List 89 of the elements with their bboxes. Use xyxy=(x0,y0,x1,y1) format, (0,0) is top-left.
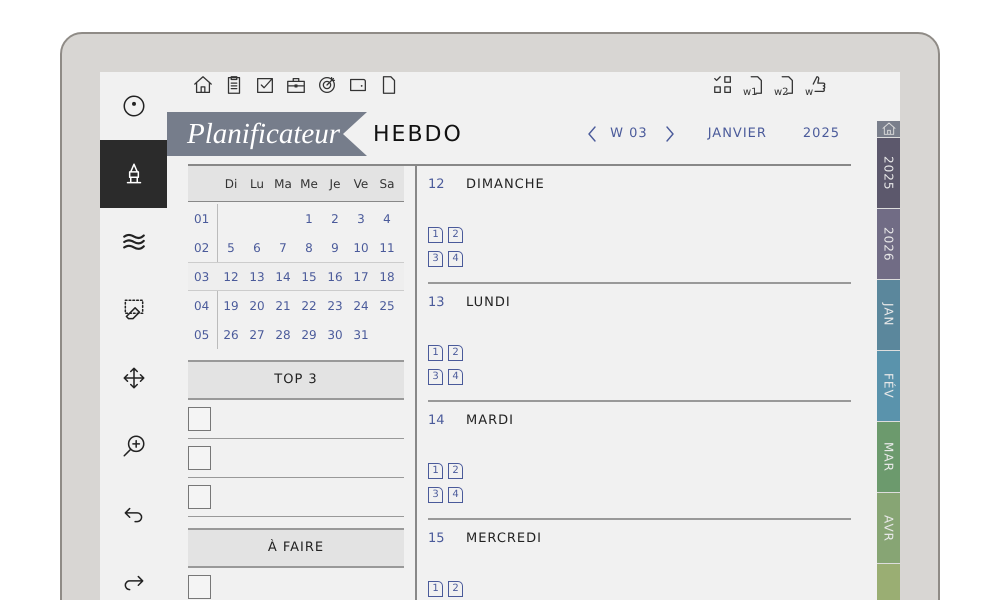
tool-pen-button[interactable] xyxy=(100,140,167,208)
checkbox[interactable] xyxy=(188,575,211,599)
calendar-day[interactable]: 27 xyxy=(249,328,265,342)
weekday-label: Lu xyxy=(248,176,266,192)
zoom-in-icon xyxy=(120,433,146,459)
page-title: HEBDO xyxy=(373,120,463,148)
chevron-right-icon xyxy=(664,126,675,142)
side-tab[interactable]: 2025 xyxy=(877,138,900,209)
section-header: TOP 3 xyxy=(188,360,404,400)
calendar-day[interactable]: 7 xyxy=(279,240,287,254)
calendar-day[interactable]: 10 xyxy=(353,240,369,254)
day-date: 13 xyxy=(428,294,446,312)
calendar-day[interactable]: 30 xyxy=(327,328,343,342)
note-page-link[interactable]: 2 xyxy=(448,462,463,478)
note-page-link[interactable]: 3 xyxy=(428,486,443,502)
checkbox[interactable] xyxy=(188,485,211,509)
note-page-link[interactable]: 4 xyxy=(448,368,463,384)
note-page-link[interactable]: 1 xyxy=(428,226,443,242)
side-tab[interactable]: JAN xyxy=(877,280,900,351)
calendar-day[interactable]: 21 xyxy=(275,298,291,312)
calendar-day[interactable]: 15 xyxy=(301,270,317,284)
calendar-day[interactable]: 3 xyxy=(357,212,365,226)
day-name: MERCREDI xyxy=(466,530,542,548)
calendar-day[interactable]: 26 xyxy=(223,328,239,342)
calendar-day[interactable]: 2 xyxy=(331,212,339,226)
section-header: À FAIRE xyxy=(188,528,404,568)
calendar-day[interactable]: 22 xyxy=(301,298,317,312)
calendar-day[interactable]: 25 xyxy=(379,298,395,312)
calendar-day[interactable]: 5 xyxy=(227,240,235,254)
note-page-link[interactable]: 2 xyxy=(448,580,463,596)
home-icon xyxy=(880,121,896,137)
target-icon[interactable] xyxy=(316,74,338,96)
note-page-link[interactable]: 2 xyxy=(448,344,463,360)
weekday-label: Ve xyxy=(352,176,370,192)
calendar-day[interactable]: 6 xyxy=(253,240,261,254)
title-banner: Planificateur xyxy=(167,112,367,156)
day-date: 14 xyxy=(428,412,446,430)
note-page-link[interactable]: 2 xyxy=(448,226,463,242)
calendar-day[interactable]: 20 xyxy=(249,298,265,312)
week-number[interactable]: 04 xyxy=(188,291,218,320)
year-link[interactable]: 2025 xyxy=(802,124,840,144)
chevron-left-icon xyxy=(587,126,598,142)
note-page-link[interactable]: 3 xyxy=(428,368,443,384)
home-icon[interactable] xyxy=(192,74,214,96)
day-date: 15 xyxy=(428,530,446,548)
calendar-day[interactable]: 23 xyxy=(327,298,343,312)
home-tab[interactable] xyxy=(877,121,900,138)
calendar-day[interactable]: 19 xyxy=(223,298,239,312)
week-number[interactable]: 03 xyxy=(188,263,218,290)
circle-dot-icon xyxy=(120,93,146,119)
calendar-day[interactable]: 16 xyxy=(327,270,343,284)
weekday-label: Je xyxy=(328,176,342,192)
month-link[interactable]: JANVIER xyxy=(708,124,767,144)
note-page-link[interactable]: 4 xyxy=(448,486,463,502)
day-name: MARDI xyxy=(466,412,514,430)
calendar-day[interactable]: 24 xyxy=(353,298,369,312)
week-number[interactable]: 01 xyxy=(188,204,218,233)
note-page-link[interactable]: 1 xyxy=(428,462,443,478)
day-name: LUNDI xyxy=(466,294,511,312)
weekday-label: Ma xyxy=(273,176,293,192)
note-page-link[interactable]: 4 xyxy=(448,250,463,266)
side-tab[interactable]: 2026 xyxy=(877,209,900,280)
weekday-label: Sa xyxy=(378,176,396,192)
checklist-grid-icon[interactable] xyxy=(712,74,734,96)
checkbox[interactable] xyxy=(188,446,211,470)
calendar-day[interactable]: 14 xyxy=(275,270,291,284)
calendar-day[interactable]: 12 xyxy=(223,270,239,284)
day-date: 12 xyxy=(428,176,446,194)
calendar-day[interactable]: 29 xyxy=(301,328,317,342)
calendar-day[interactable]: 18 xyxy=(379,270,395,284)
calendar-day[interactable]: 1 xyxy=(305,212,313,226)
note-page-link[interactable]: 1 xyxy=(428,344,443,360)
note-page-link[interactable]: 3 xyxy=(428,250,443,266)
calendar-day[interactable]: 13 xyxy=(249,270,265,284)
calendar-day[interactable]: 8 xyxy=(305,240,313,254)
calendar-day[interactable]: 11 xyxy=(379,240,395,254)
week-number: W 03 xyxy=(610,125,648,144)
calendar-day[interactable]: 4 xyxy=(383,212,391,226)
calendar-day[interactable]: 17 xyxy=(353,270,369,284)
note-page-link[interactable]: 1 xyxy=(428,580,443,596)
calendar-day[interactable]: 31 xyxy=(353,328,369,342)
checkbox[interactable] xyxy=(188,407,211,431)
calendar-day[interactable]: 28 xyxy=(275,328,291,342)
move-icon xyxy=(120,365,146,391)
weekday-label: Me xyxy=(299,176,319,192)
day-name: DIMANCHE xyxy=(466,176,545,194)
calendar-day[interactable]: 9 xyxy=(331,240,339,254)
weekday-label: Di xyxy=(224,176,238,192)
week-number[interactable]: 05 xyxy=(188,320,218,349)
